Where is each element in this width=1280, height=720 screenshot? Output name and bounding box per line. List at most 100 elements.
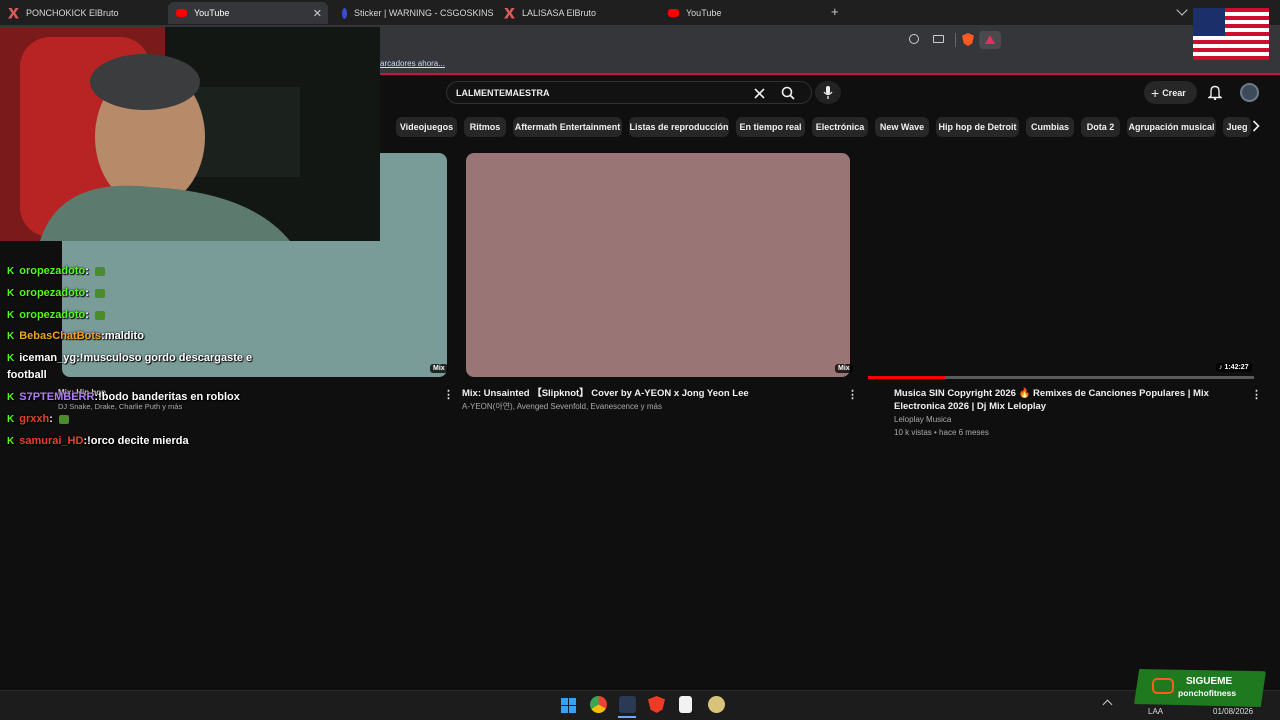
notifications-bell-icon[interactable]	[1208, 85, 1222, 100]
clear-search-icon[interactable]	[754, 88, 765, 99]
video-channel[interactable]: A-YEON(아연), Avenged Sevenfold, Evanescen…	[462, 401, 662, 413]
video-thumbnail[interactable]	[868, 153, 1254, 377]
steam-icon[interactable]	[619, 696, 636, 713]
search-icon[interactable]	[781, 86, 795, 100]
chip[interactable]: Electrónica	[812, 117, 868, 137]
more-options-icon[interactable]: ⋮	[847, 388, 858, 401]
tab-label: YouTube	[194, 8, 230, 18]
chat-username[interactable]: S7PTEMBERR	[19, 391, 94, 403]
chat-message: Kiceman_yg : !musculoso gordo descargast…	[7, 352, 252, 364]
new-tab-button[interactable]: +	[831, 4, 839, 19]
chip[interactable]: Dota 2	[1081, 117, 1120, 137]
kick-badge-icon: K	[7, 265, 15, 277]
chip[interactable]: Ritmos	[464, 117, 506, 137]
tab-ponchokick[interactable]: PONCHOKICK ElBruto	[0, 2, 165, 24]
chrome-icon[interactable]	[590, 696, 607, 713]
chip[interactable]: Hip hop de Detroit	[936, 117, 1019, 137]
chip[interactable]: Jueg	[1223, 117, 1251, 137]
follow-handle: ponchofitness	[1178, 688, 1237, 698]
import-bookmarks-link[interactable]: arcadores ahora...	[380, 59, 445, 68]
tab-youtube-active[interactable]: YouTube ✕	[168, 2, 328, 24]
active-app-indicator	[618, 716, 636, 718]
flag-image	[1193, 8, 1269, 60]
chat-username[interactable]: BebasChatBots	[19, 330, 101, 342]
chat-text-continued: football	[7, 369, 47, 381]
notepad-icon[interactable]	[679, 696, 692, 713]
chat-message: K S7PTEMBERR : !bodo banderitas en roblox	[7, 391, 240, 403]
avatar[interactable]	[1240, 83, 1259, 102]
emote-icon	[94, 310, 105, 320]
chip[interactable]: New Wave	[875, 117, 929, 137]
chip[interactable]: Listas de reproducción	[629, 117, 729, 137]
chat-username[interactable]: oropezadoto	[19, 287, 85, 299]
chat-username[interactable]: oropezadoto	[19, 265, 85, 277]
kick-badge-icon: K	[7, 330, 15, 342]
chip[interactable]: Videojuegos	[396, 117, 457, 137]
video-channel[interactable]: Leloplay Musica	[894, 414, 951, 426]
brave-shield-icon[interactable]	[962, 33, 974, 46]
cast-icon[interactable]	[933, 35, 944, 43]
chip[interactable]: Cumbias	[1026, 117, 1074, 137]
search-box[interactable]: LALMENTEMAESTRA	[446, 81, 812, 104]
search-input[interactable]: LALMENTEMAESTRA	[456, 88, 550, 98]
more-options-icon[interactable]: ⋮	[1251, 388, 1262, 401]
tab-csgoskins[interactable]: Sticker | WARNING - CSGOSKINS.GG	[334, 2, 494, 24]
zoom-icon[interactable]	[909, 34, 919, 44]
chat-text: !musculoso gordo descargaste e	[79, 352, 253, 364]
kick-x-icon	[8, 7, 19, 19]
emote-icon	[58, 414, 69, 424]
taskbar	[0, 690, 1280, 720]
chip[interactable]: Agrupación musical	[1127, 117, 1216, 137]
game-launcher-icon[interactable]	[708, 696, 725, 713]
chat-separator: :	[49, 413, 53, 425]
video-thumbnail[interactable]	[466, 153, 850, 377]
kick-badge-icon: K	[7, 413, 15, 425]
chat-text: !orco decite mierda	[87, 435, 189, 447]
create-label: Crear	[1162, 87, 1186, 98]
video-title-line2[interactable]: Electronica 2026 | Dj Mix Leloplay	[894, 400, 1046, 413]
chat-message: Koropezadoto :	[7, 309, 105, 321]
more-options-icon[interactable]: ⋮	[443, 388, 454, 401]
kick-badge-icon: K	[7, 352, 15, 364]
chat-message: Ksamurai_HD : !orco decite mierda	[7, 435, 189, 447]
voice-search-button[interactable]	[815, 81, 841, 104]
chat-username[interactable]: oropezadoto	[19, 309, 85, 321]
tab-lalisasa[interactable]: LALISASA ElBruto	[496, 2, 656, 24]
date-readout[interactable]: 01/08/2026	[1213, 707, 1253, 716]
chat-message: Kgrxxh :	[7, 413, 69, 425]
windows-start-icon[interactable]	[561, 698, 576, 713]
tab-label: YouTube	[686, 8, 722, 18]
microphone-icon	[823, 86, 833, 99]
plus-icon: +	[1151, 84, 1160, 101]
close-tab-icon[interactable]: ✕	[313, 7, 322, 20]
chip[interactable]: En tiempo real	[736, 117, 805, 137]
csgo-icon	[342, 7, 347, 19]
tab-label: LALISASA ElBruto	[522, 8, 597, 18]
tab-youtube[interactable]: YouTube	[660, 2, 820, 24]
youtube-icon	[668, 9, 679, 17]
toolbar-divider	[955, 33, 956, 47]
chevron-right-icon[interactable]	[1252, 120, 1260, 132]
video-title-line1[interactable]: Musica SIN Copyright 2026 🔥 Remixes de C…	[894, 387, 1209, 400]
chat-separator: :	[85, 309, 89, 321]
emote-icon	[94, 266, 105, 276]
duration-text: 1:42:27	[1224, 364, 1249, 371]
chat-username[interactable]: grxxh	[19, 413, 49, 425]
chat-message: K BebasChatBots : maldito	[7, 330, 144, 342]
webcam-feed	[0, 27, 380, 241]
follow-title: SIGUEME	[1186, 676, 1233, 687]
tab-label: PONCHOKICK ElBruto	[26, 8, 119, 18]
kick-badge-icon: K	[7, 309, 15, 321]
chip[interactable]: Aftermath Entertainment	[513, 117, 622, 137]
video-title[interactable]: Mix: Unsainted 【Slipknot】 Cover by A-YEO…	[462, 387, 749, 400]
kick-badge-icon: K	[7, 391, 15, 403]
chat-username[interactable]: samurai_HD	[19, 435, 83, 447]
chat-username[interactable]: iceman_yg	[19, 352, 76, 364]
create-button[interactable]: + Crear	[1144, 81, 1197, 104]
follow-banner: SIGUEME ponchofitness	[1134, 669, 1266, 707]
chat-separator: :	[85, 265, 89, 277]
chevron-down-icon[interactable]	[1176, 4, 1188, 16]
chat-text: !bodo banderitas en roblox	[98, 391, 240, 403]
keyboard-language[interactable]: LAA	[1148, 707, 1163, 716]
mix-badge: Mix	[835, 364, 853, 373]
